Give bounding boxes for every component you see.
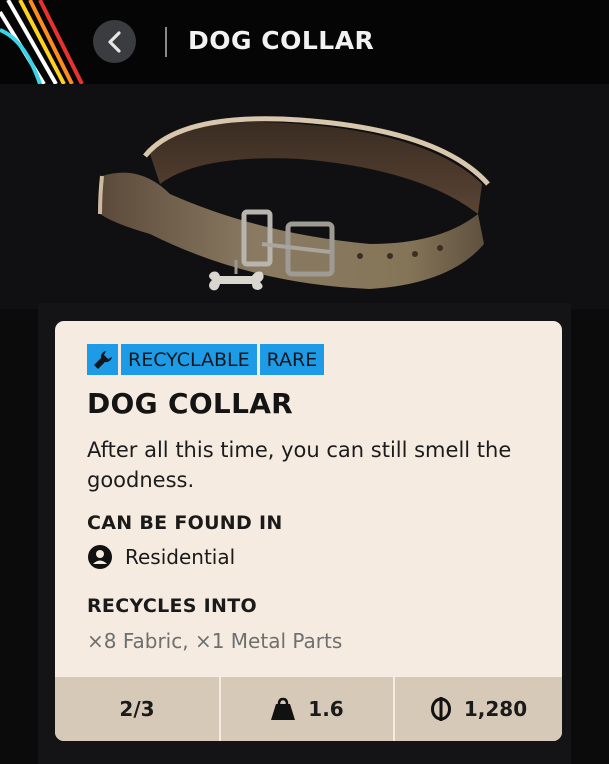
chevron-left-icon [107, 30, 121, 53]
recycles-into-label: RECYCLES INTO [87, 595, 257, 617]
tag-row: RECYCLABLE RARE [87, 344, 325, 375]
value-stat: 1,280 [395, 677, 562, 741]
weight-icon [271, 697, 296, 720]
stats-bar: 2/3 1.6 1,280 [55, 677, 562, 741]
weight-value: 1.6 [308, 697, 344, 721]
stack-value: 2/3 [119, 697, 155, 721]
stack-stat: 2/3 [55, 677, 221, 741]
location-name: Residential [125, 545, 236, 569]
item-image-area [0, 84, 609, 309]
item-detail-page: DOG COLLAR RECYCLABLE RARE DOG COLLAR Af… [0, 0, 609, 764]
found-in-label: CAN BE FOUND IN [87, 512, 283, 534]
recyclable-tag-icon [87, 344, 118, 375]
item-name: DOG COLLAR [87, 387, 294, 420]
recycles-into-value: ×8 Fabric, ×1 Metal Parts [87, 629, 343, 653]
value-amount: 1,280 [463, 697, 528, 721]
header-divider [165, 27, 167, 57]
header-bar: DOG COLLAR [0, 0, 609, 84]
rainbow-stripes-logo [0, 0, 84, 84]
item-description: After all this time, you can still smell… [87, 438, 512, 492]
back-button[interactable] [93, 20, 136, 63]
tag-recyclable: RECYCLABLE [121, 344, 257, 375]
weight-stat: 1.6 [221, 677, 395, 741]
wrench-icon [93, 350, 112, 369]
page-title: DOG COLLAR [188, 26, 375, 55]
coin-icon [430, 697, 451, 721]
tag-rarity: RARE [259, 344, 325, 375]
found-in-location: Residential [87, 544, 235, 570]
dog-collar-image [98, 116, 490, 291]
person-icon [88, 545, 112, 569]
item-info-card: RECYCLABLE RARE DOG COLLAR After all thi… [55, 321, 562, 741]
